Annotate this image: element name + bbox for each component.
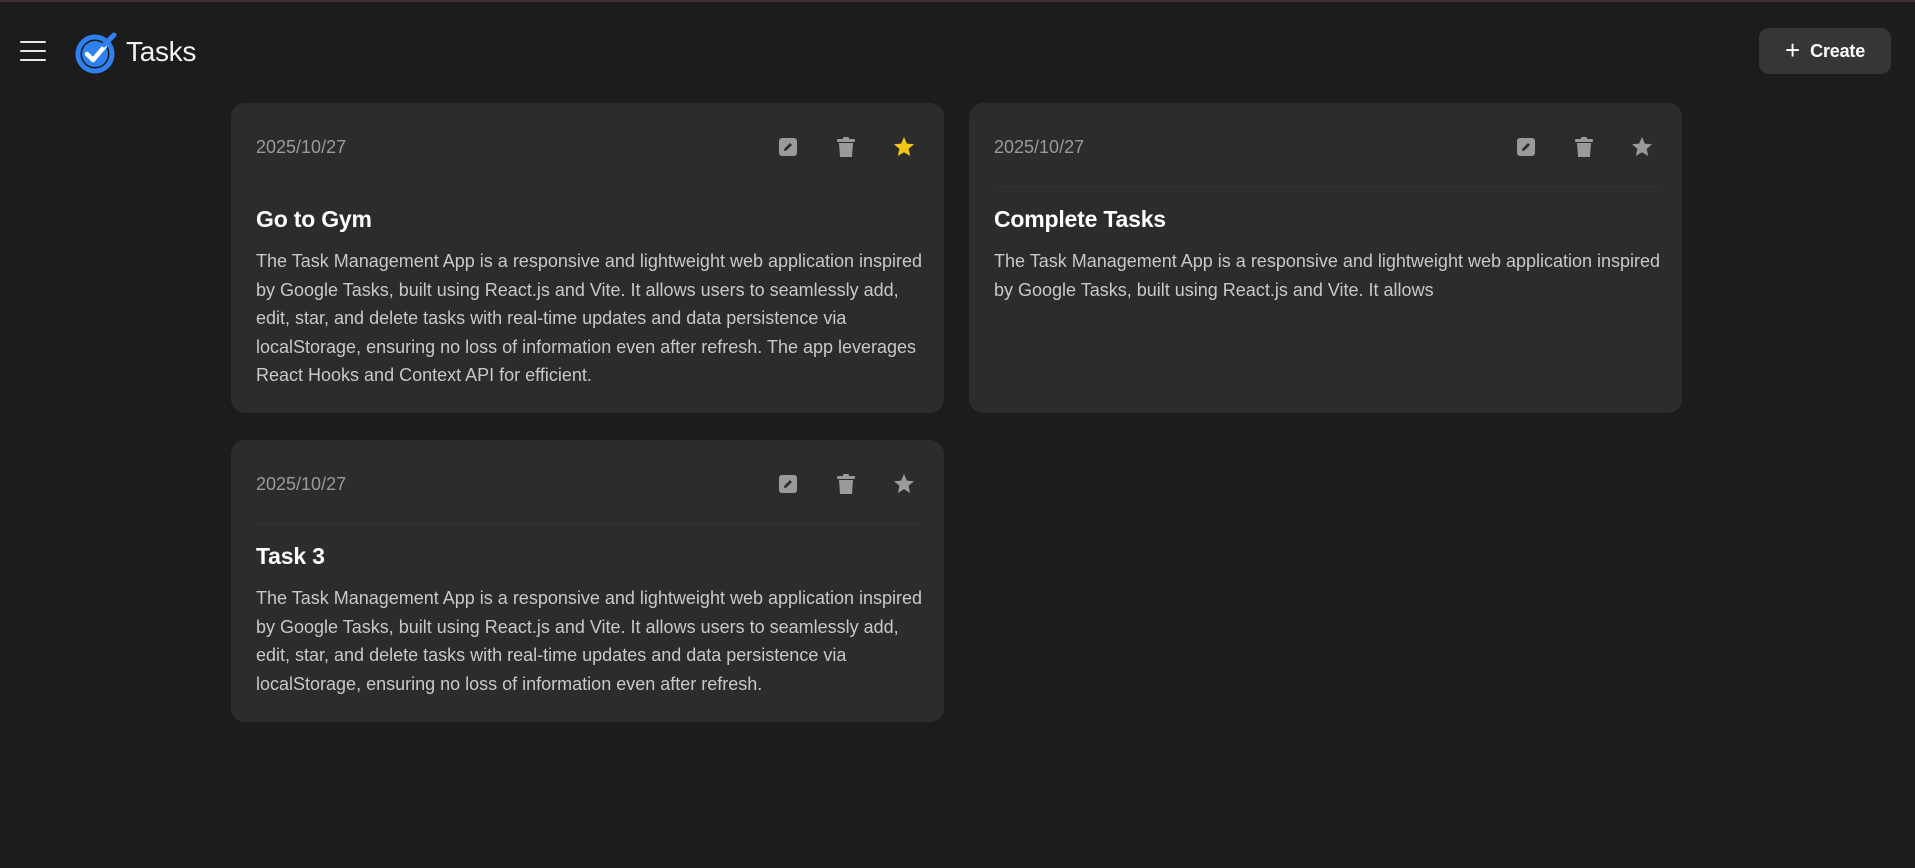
task-description: The Task Management App is a responsive … (994, 251, 1661, 300)
task-title: Complete Tasks (994, 206, 1166, 232)
create-button-label: Create (1810, 40, 1866, 61)
app-title: Tasks (126, 36, 197, 67)
task-date: 2025/10/27 (256, 474, 347, 494)
task-description: The Task Management App is a responsive … (256, 251, 923, 385)
task-actions (776, 468, 916, 500)
edit-icon[interactable] (776, 472, 800, 496)
task-title: Task 3 (256, 543, 325, 569)
star-icon[interactable] (892, 472, 916, 496)
star-icon-active[interactable] (892, 135, 916, 159)
task-date: 2025/10/27 (994, 137, 1085, 157)
card-divider (256, 523, 919, 524)
trash-icon[interactable] (834, 135, 858, 159)
trash-icon[interactable] (834, 472, 858, 496)
plus-icon: + (1784, 34, 1801, 65)
task-title: Go to Gym (256, 206, 372, 232)
star-icon[interactable] (1630, 135, 1654, 159)
task-card: 2025/10/27 Complete Tasks The Task Manag… (969, 103, 1682, 413)
edit-icon[interactable] (776, 135, 800, 159)
tasks-logo-icon (74, 31, 118, 75)
task-actions (1514, 131, 1654, 163)
card-divider (994, 186, 1657, 187)
create-task-button[interactable]: + Create (1759, 28, 1891, 74)
trash-icon[interactable] (1572, 135, 1596, 159)
task-card: 2025/10/27 Task 3 The Task Management Ap… (231, 440, 944, 722)
task-date: 2025/10/27 (256, 137, 347, 157)
edit-icon[interactable] (1514, 135, 1538, 159)
task-description: The Task Management App is a responsive … (256, 588, 923, 694)
task-card: 2025/10/27 Go to Gym The Task Management… (231, 103, 944, 413)
hamburger-menu-icon[interactable] (20, 38, 48, 66)
app-header: Tasks + Create (0, 2, 1915, 98)
task-actions (776, 131, 916, 163)
